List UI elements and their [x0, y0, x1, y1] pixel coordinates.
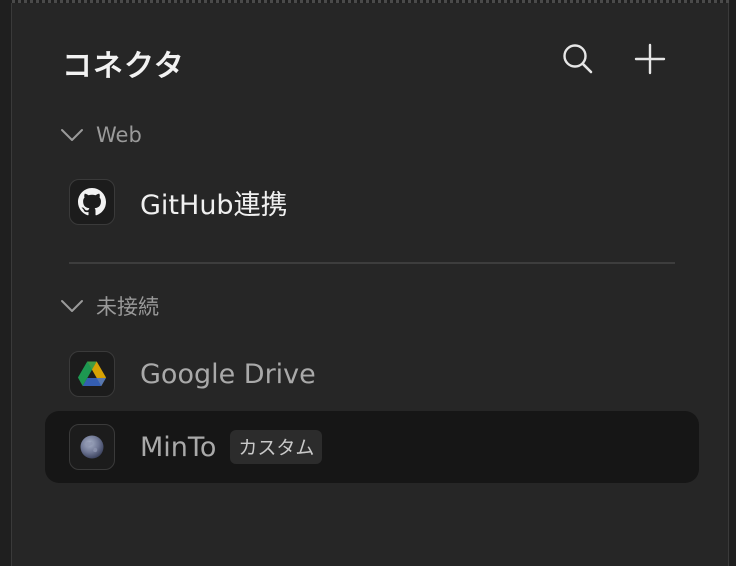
section-divider: [69, 262, 675, 264]
add-connector-button[interactable]: [630, 39, 670, 83]
section-header-unconnected[interactable]: 未接続: [60, 291, 159, 321]
connector-item-google-drive[interactable]: Google Drive: [45, 338, 699, 410]
connector-label: GitHub連携: [140, 189, 288, 221]
chevron-down-icon: [60, 294, 84, 318]
page-title: コネクタ: [62, 49, 185, 84]
connectors-panel: コネクタ Web GitHub連携 未接続 Google Drive MinTo…: [11, 3, 729, 566]
custom-badge: カスタム: [230, 430, 323, 464]
github-icon: [69, 179, 115, 225]
search-button[interactable]: [558, 39, 598, 83]
left-gutter: [0, 0, 11, 566]
google-drive-icon: [69, 351, 115, 397]
plus-icon: [633, 42, 667, 80]
globe-icon: [69, 424, 115, 470]
chevron-down-icon: [60, 123, 84, 147]
connector-label: Google Drive: [140, 358, 316, 390]
section-label: Web: [96, 123, 142, 147]
search-icon: [560, 41, 596, 81]
section-header-web[interactable]: Web: [60, 120, 142, 150]
connector-label: MinTo: [140, 431, 217, 463]
connector-item-github[interactable]: GitHub連携: [45, 166, 699, 238]
connector-item-minto[interactable]: MinTo カスタム: [45, 411, 699, 483]
right-gutter: [729, 0, 736, 566]
panel-header: コネクタ: [62, 39, 698, 84]
section-label: 未接続: [96, 295, 159, 319]
